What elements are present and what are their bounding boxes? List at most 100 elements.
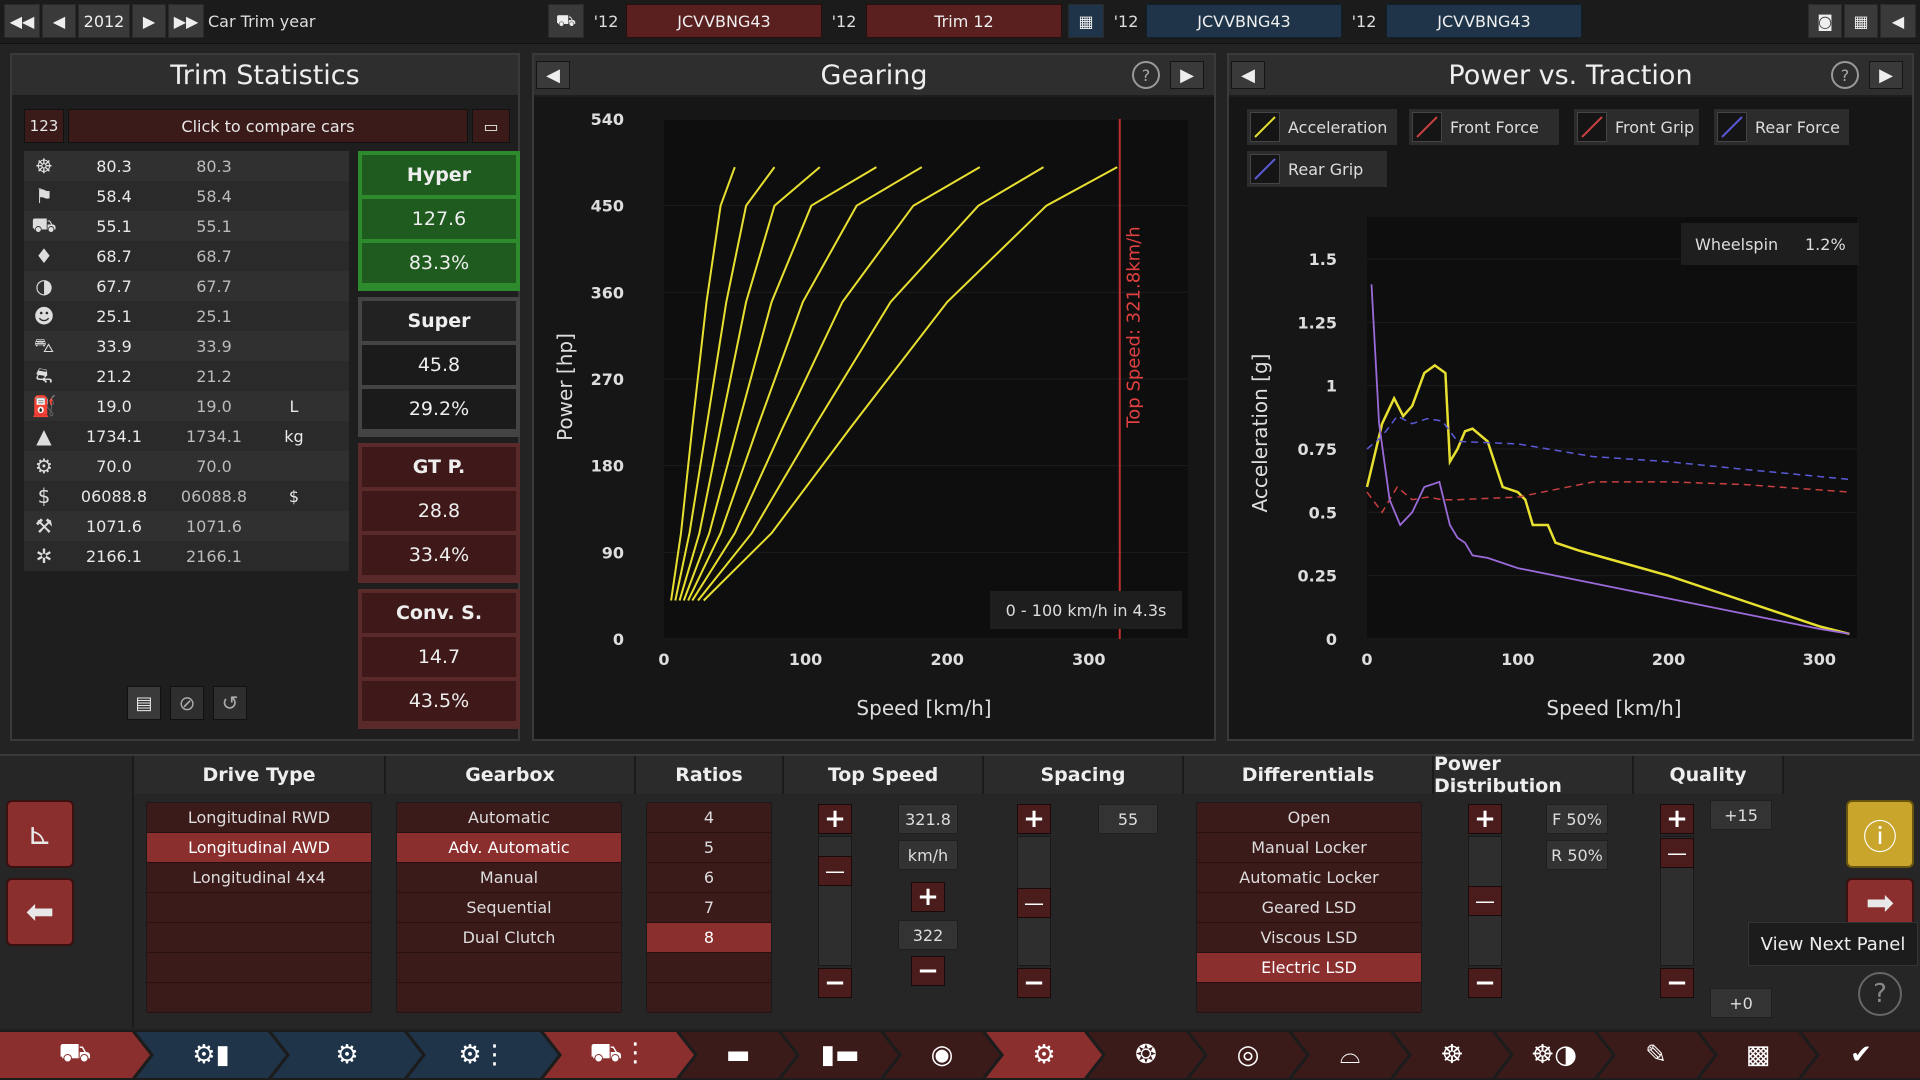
gearbox-option[interactable]: Manual bbox=[397, 863, 621, 893]
differential-option[interactable]: Electric LSD bbox=[1197, 953, 1421, 983]
power-distribution-slider-handle[interactable]: — bbox=[1468, 886, 1502, 916]
ratio-option[interactable]: 5 bbox=[647, 833, 771, 863]
gearbox-option[interactable]: Automatic bbox=[397, 803, 621, 833]
next-panel-button[interactable]: ➡ bbox=[1846, 878, 1914, 928]
nav-safety[interactable]: ☸◑ bbox=[1496, 1032, 1612, 1078]
back-button[interactable]: ◀ bbox=[1880, 4, 1916, 38]
nav-finish[interactable]: ✔ bbox=[1802, 1032, 1920, 1078]
gearbox-option[interactable]: Dual Clutch bbox=[397, 923, 621, 953]
differential-option[interactable]: Automatic Locker bbox=[1197, 863, 1421, 893]
nav-tyres[interactable]: ◎ bbox=[1190, 1032, 1306, 1078]
cancel-icon: ⊘ bbox=[178, 691, 196, 715]
interior-icon: ☸ bbox=[1440, 1040, 1464, 1070]
quality-slider-handle[interactable]: — bbox=[1660, 838, 1694, 868]
top-speed-target-increase-button[interactable]: + bbox=[911, 882, 945, 912]
ratio-option[interactable]: 8 bbox=[647, 923, 771, 953]
differential-option[interactable]: Manual Locker bbox=[1197, 833, 1421, 863]
warning-button[interactable]: ⓘ bbox=[1846, 800, 1914, 868]
differential-option[interactable]: Geared LSD bbox=[1197, 893, 1421, 923]
drivetrain-button[interactable]: ⊾ bbox=[6, 800, 74, 868]
back-panel-button[interactable]: ⬅ bbox=[6, 878, 74, 946]
engine-button[interactable]: ▦ bbox=[1068, 4, 1104, 38]
right-arrow-icon: ➡ bbox=[1865, 883, 1895, 923]
compare-cars-button[interactable]: Click to compare cars bbox=[68, 109, 468, 143]
drive-type-option[interactable]: Longitudinal AWD bbox=[147, 833, 371, 863]
quality-increase-button[interactable]: + bbox=[1660, 804, 1694, 834]
trim-selector[interactable]: Trim 12 bbox=[866, 4, 1062, 38]
nav-engine-tune[interactable]: ⚙⋮ bbox=[408, 1032, 558, 1078]
differential-option[interactable]: Open bbox=[1197, 803, 1421, 833]
spacing-slider-handle[interactable]: — bbox=[1017, 888, 1051, 918]
screenshot-button[interactable]: ◙ bbox=[1808, 4, 1842, 38]
nav-drivetrain[interactable]: ▮▬ bbox=[782, 1032, 898, 1078]
differential-option[interactable]: Viscous LSD bbox=[1197, 923, 1421, 953]
gear-icon: ⚙ bbox=[1032, 1040, 1056, 1070]
class-name: GT P. bbox=[362, 447, 516, 487]
nav-car-body[interactable]: ⛟ bbox=[0, 1032, 150, 1078]
empty-slot bbox=[647, 953, 771, 983]
ratio-option[interactable]: 4 bbox=[647, 803, 771, 833]
aero-icon: ⌓ bbox=[1339, 1039, 1361, 1070]
ratio-option[interactable]: 6 bbox=[647, 863, 771, 893]
spacing-increase-button[interactable]: + bbox=[1017, 804, 1051, 834]
stat-value: 25.1 bbox=[96, 306, 132, 326]
top-speed-decrease-button[interactable]: − bbox=[818, 968, 852, 998]
reset-button[interactable]: ↺ bbox=[213, 686, 247, 720]
wheelspin-value: 1.2% bbox=[1805, 234, 1846, 254]
stat-unit bbox=[264, 151, 324, 181]
next-year-button[interactable]: ▶ bbox=[132, 4, 166, 38]
ratio-option[interactable]: 7 bbox=[647, 893, 771, 923]
top-speed-target-decrease-button[interactable]: − bbox=[911, 956, 945, 986]
people-icon: ☻ bbox=[33, 304, 55, 328]
drive-type-option[interactable]: Longitudinal 4x4 bbox=[147, 863, 371, 893]
car-icon: ⛟ bbox=[555, 10, 577, 30]
spacing-decrease-button[interactable]: − bbox=[1017, 968, 1051, 998]
nav-paint[interactable]: ✎ bbox=[1598, 1032, 1714, 1078]
gearbox-option[interactable]: Sequential bbox=[397, 893, 621, 923]
power-distribution-increase-button[interactable]: + bbox=[1468, 804, 1502, 834]
nav-brakes[interactable]: ◉ bbox=[884, 1032, 1000, 1078]
clear-button[interactable]: ⊘ bbox=[170, 686, 204, 720]
nav-gearbox[interactable]: ⚙ bbox=[986, 1032, 1102, 1078]
gearing-next-button[interactable]: ▶ bbox=[1170, 61, 1204, 89]
compare-folder-button[interactable]: ▭ bbox=[472, 109, 510, 143]
power-traction-help-icon[interactable]: ? bbox=[1831, 61, 1859, 89]
top-speed-increase-button[interactable]: + bbox=[818, 804, 852, 834]
nav-interior[interactable]: ☸ bbox=[1394, 1032, 1510, 1078]
wheelspin-box: Wheelspin 1.2% bbox=[1681, 223, 1859, 265]
traction-y-tick-label: 0.75 bbox=[1298, 440, 1337, 459]
calculator-button[interactable]: ▦ bbox=[1844, 4, 1878, 38]
car-model-button[interactable]: ⛟ bbox=[548, 4, 584, 38]
power-traction-prev-button[interactable]: ◀ bbox=[1231, 61, 1265, 89]
report-button[interactable]: ▤ bbox=[127, 686, 161, 720]
nav-engine-family[interactable]: ⚙▮ bbox=[136, 1032, 286, 1078]
gearbox-option[interactable]: Adv. Automatic bbox=[397, 833, 621, 863]
nav-car-settings[interactable]: ⛟⋮ bbox=[544, 1032, 694, 1078]
gearing-prev-button[interactable]: ◀ bbox=[536, 61, 570, 89]
power-traction-title: Power vs. Traction bbox=[1229, 55, 1912, 95]
nav-aero[interactable]: ⌓ bbox=[1292, 1032, 1408, 1078]
drive-type-option[interactable]: Longitudinal RWD bbox=[147, 803, 371, 833]
first-year-button[interactable]: ◀◀ bbox=[4, 4, 40, 38]
last-year-button[interactable]: ▶▶ bbox=[168, 4, 204, 38]
quality-decrease-button[interactable]: − bbox=[1660, 968, 1694, 998]
car-c-selector[interactable]: JCVVBNG43 bbox=[1386, 4, 1582, 38]
prev-year-button[interactable]: ◀ bbox=[42, 4, 76, 38]
rear-distribution-value: R 50% bbox=[1546, 840, 1608, 870]
help-icon[interactable]: ? bbox=[1858, 972, 1902, 1016]
quality-header: Quality bbox=[1634, 756, 1784, 794]
nav-chassis[interactable]: ▬ bbox=[680, 1032, 796, 1078]
wheelspin-label: Wheelspin bbox=[1695, 234, 1779, 254]
top-speed-slider-handle[interactable]: — bbox=[818, 856, 852, 886]
gearing-help-icon[interactable]: ? bbox=[1132, 61, 1160, 89]
car-a-selector[interactable]: JCVVBNG43 bbox=[626, 4, 822, 38]
stat-unit: kg bbox=[284, 426, 304, 446]
weight-icon: ▲ bbox=[36, 424, 52, 448]
money-bag-icon: $ bbox=[37, 484, 51, 508]
nav-engine[interactable]: ⚙ bbox=[272, 1032, 422, 1078]
power-distribution-decrease-button[interactable]: − bbox=[1468, 968, 1502, 998]
nav-test-track[interactable]: ▩ bbox=[1700, 1032, 1816, 1078]
car-b-selector[interactable]: JCVVBNG43 bbox=[1146, 4, 1342, 38]
power-traction-next-button[interactable]: ▶ bbox=[1869, 61, 1903, 89]
nav-wheels[interactable]: ❂ bbox=[1088, 1032, 1204, 1078]
